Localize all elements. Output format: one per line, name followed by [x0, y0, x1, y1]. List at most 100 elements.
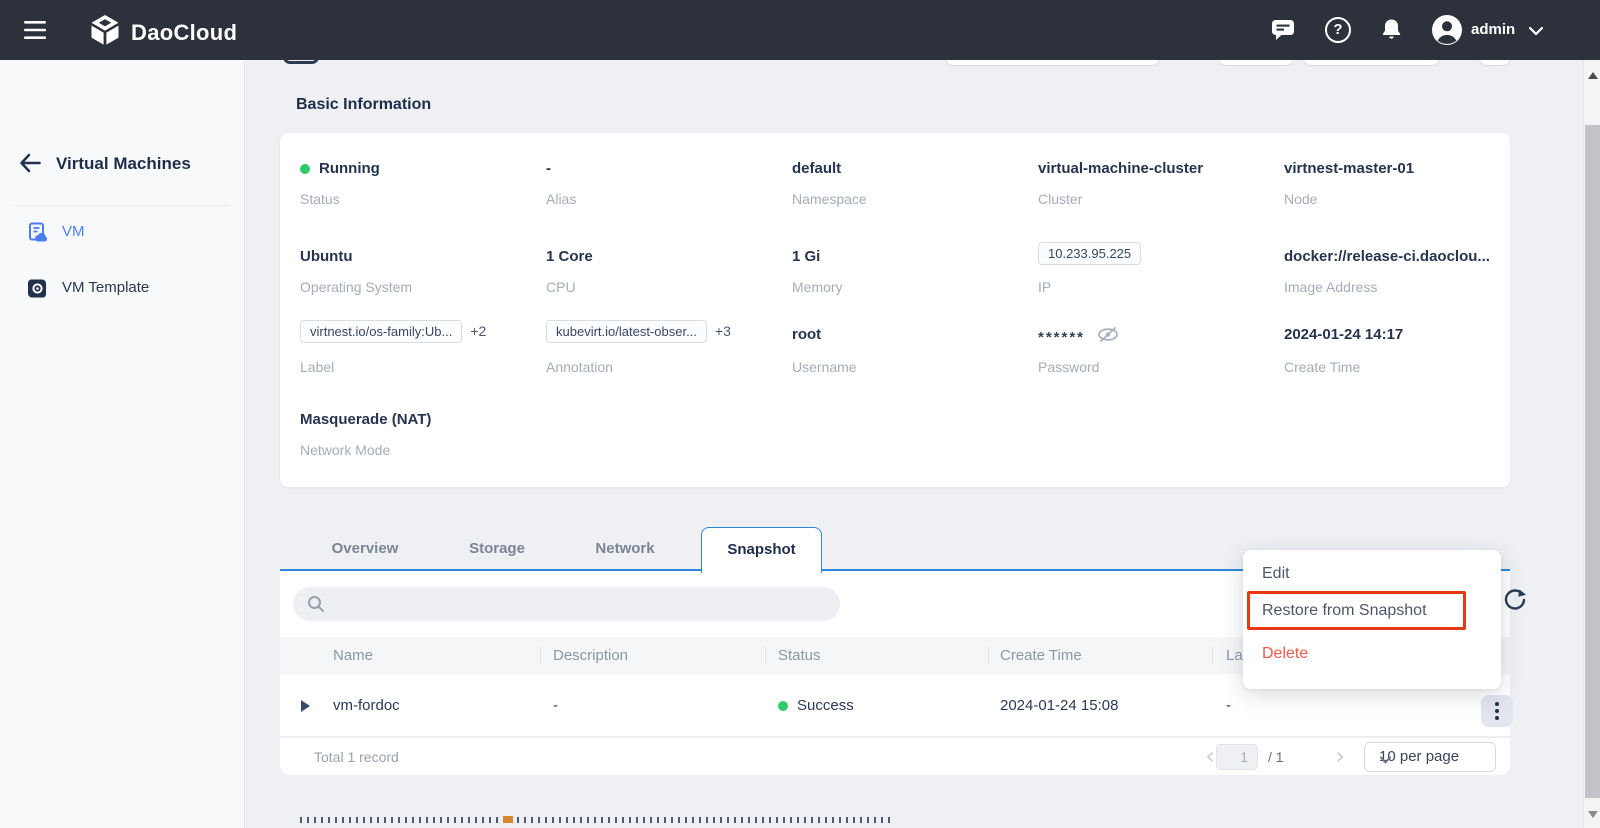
- field-create-time-label: Create Time: [1284, 359, 1360, 375]
- field-ip-chip[interactable]: 10.233.95.225: [1038, 242, 1141, 265]
- username-label[interactable]: admin: [1471, 21, 1515, 38]
- field-ip-label: IP: [1038, 279, 1051, 295]
- field-create-time: 2024-01-24 14:17: [1284, 326, 1403, 343]
- tab-storage[interactable]: Storage: [451, 527, 543, 571]
- daocloud-cube-icon: [88, 13, 122, 52]
- vm-template-icon: [27, 278, 48, 304]
- field-network-mode-label: Network Mode: [300, 442, 390, 458]
- cell-status: Success: [778, 674, 854, 737]
- search-input[interactable]: [333, 591, 823, 617]
- label-chip-more[interactable]: +2: [470, 323, 486, 339]
- row-actions-button[interactable]: [1481, 695, 1513, 727]
- column-separator: [765, 646, 766, 665]
- page-next-icon[interactable]: ›: [1328, 745, 1352, 769]
- scrollbar-thumb[interactable]: [1585, 125, 1600, 798]
- daocloud-logo[interactable]: DaoCloud: [88, 13, 237, 52]
- clipped-next-section-mark: [503, 816, 513, 823]
- field-memory-label: Memory: [792, 279, 843, 295]
- field-annotations-label: Annotation: [546, 359, 613, 375]
- field-cpu: 1 Core: [546, 248, 593, 265]
- column-separator: [540, 646, 541, 665]
- page-scrollbar[interactable]: [1583, 60, 1600, 828]
- basic-information-heading: Basic Information: [296, 96, 431, 114]
- field-alias: -: [546, 160, 551, 177]
- field-labels-label: Label: [300, 359, 334, 375]
- cell-last: -: [1226, 674, 1231, 737]
- scrollbar-up-arrow[interactable]: [1588, 72, 1598, 79]
- user-menu-chevron-down-icon[interactable]: [1528, 24, 1544, 42]
- tab-network[interactable]: Network: [579, 527, 671, 571]
- annotation-chip-more[interactable]: +3: [715, 323, 731, 339]
- top-header: DaoCloud ? admin: [0, 0, 1600, 60]
- sidebar: Virtual Machines VM VM Template: [0, 60, 245, 828]
- table-footer: Total 1 record ‹ / 1 › 10 per page: [280, 737, 1510, 775]
- basic-information-card: Running Status - Alias default Namespace…: [280, 133, 1510, 487]
- main-content: Basic Information Running Status - Alias…: [245, 60, 1583, 828]
- field-memory: 1 Gi: [792, 248, 820, 265]
- sidebar-item-vm-label: VM: [62, 223, 85, 240]
- col-status[interactable]: Status: [778, 637, 821, 674]
- total-records-label: Total 1 record: [314, 738, 399, 776]
- column-separator: [1212, 646, 1213, 665]
- help-icon[interactable]: ?: [1325, 17, 1351, 43]
- menu-item-restore-from-snapshot[interactable]: Restore from Snapshot: [1262, 594, 1427, 627]
- field-status: Running: [300, 160, 380, 178]
- search-bar[interactable]: [293, 587, 840, 621]
- col-description[interactable]: Description: [553, 637, 628, 674]
- cell-create-time: 2024-01-24 15:08: [1000, 674, 1118, 737]
- row-context-menu: Edit Restore from Snapshot Delete: [1243, 550, 1501, 689]
- label-chip[interactable]: virtnest.io/os-family:Ub...: [300, 320, 462, 343]
- search-icon: [307, 595, 325, 618]
- tab-snapshot[interactable]: Snapshot: [701, 527, 822, 573]
- field-status-label: Status: [300, 191, 340, 207]
- tab-overview[interactable]: Overview: [319, 527, 411, 571]
- sidebar-item-vm-template[interactable]: VM Template: [0, 268, 245, 310]
- page-size-select[interactable]: 10 per page: [1364, 742, 1496, 772]
- cell-name[interactable]: vm-fordoc: [333, 674, 400, 737]
- scrollbar-down-arrow[interactable]: [1588, 811, 1598, 818]
- field-alias-label: Alias: [546, 191, 576, 207]
- column-separator: [988, 646, 989, 665]
- menu-item-delete[interactable]: Delete: [1243, 638, 1501, 670]
- field-os-label: Operating System: [300, 279, 412, 295]
- field-node: virtnest-master-01: [1284, 160, 1414, 177]
- status-success-dot: [778, 701, 788, 711]
- sidebar-title: Virtual Machines: [56, 154, 191, 174]
- row-expand-icon[interactable]: [301, 700, 310, 712]
- cell-status-text: Success: [797, 697, 854, 714]
- cell-description: -: [553, 674, 558, 737]
- restore-highlight-box: Restore from Snapshot: [1247, 591, 1466, 630]
- col-name[interactable]: Name: [333, 637, 373, 674]
- sidebar-item-vm[interactable]: VM: [0, 212, 245, 254]
- page-total-label: / 1: [1268, 738, 1284, 776]
- field-cluster-label: Cluster: [1038, 191, 1082, 207]
- back-arrow-icon[interactable]: [18, 152, 42, 179]
- field-cpu-label: CPU: [546, 279, 576, 295]
- sidebar-item-vm-template-label: VM Template: [62, 279, 149, 296]
- page-size-chevron-down-icon: [1379, 752, 1484, 769]
- annotation-chip[interactable]: kubevirt.io/latest-obser...: [546, 320, 707, 343]
- hamburger-menu-icon[interactable]: [22, 18, 50, 47]
- field-cluster: virtual-machine-cluster: [1038, 160, 1203, 177]
- refresh-icon[interactable]: [1502, 587, 1528, 618]
- field-network-mode: Masquerade (NAT): [300, 411, 431, 428]
- messages-icon[interactable]: [1271, 18, 1296, 47]
- clipped-next-section: [300, 817, 890, 823]
- field-username: root: [792, 326, 821, 343]
- field-labels: virtnest.io/os-family:Ub... +2: [300, 320, 486, 343]
- col-last[interactable]: La: [1226, 637, 1243, 674]
- menu-item-edit[interactable]: Edit: [1243, 558, 1501, 590]
- field-username-label: Username: [792, 359, 857, 375]
- vm-icon: [27, 222, 49, 249]
- field-node-label: Node: [1284, 191, 1317, 207]
- notifications-bell-icon[interactable]: [1379, 17, 1404, 48]
- field-namespace-label: Namespace: [792, 191, 867, 207]
- field-annotations: kubevirt.io/latest-obser... +3: [546, 320, 731, 343]
- field-password: ******: [1038, 326, 1119, 348]
- field-image-address-label: Image Address: [1284, 279, 1377, 295]
- col-create-time[interactable]: Create Time: [1000, 637, 1082, 674]
- page-number-input[interactable]: [1216, 744, 1258, 770]
- eye-slash-icon[interactable]: [1097, 326, 1119, 348]
- field-namespace: default: [792, 160, 841, 177]
- user-avatar[interactable]: [1431, 14, 1463, 51]
